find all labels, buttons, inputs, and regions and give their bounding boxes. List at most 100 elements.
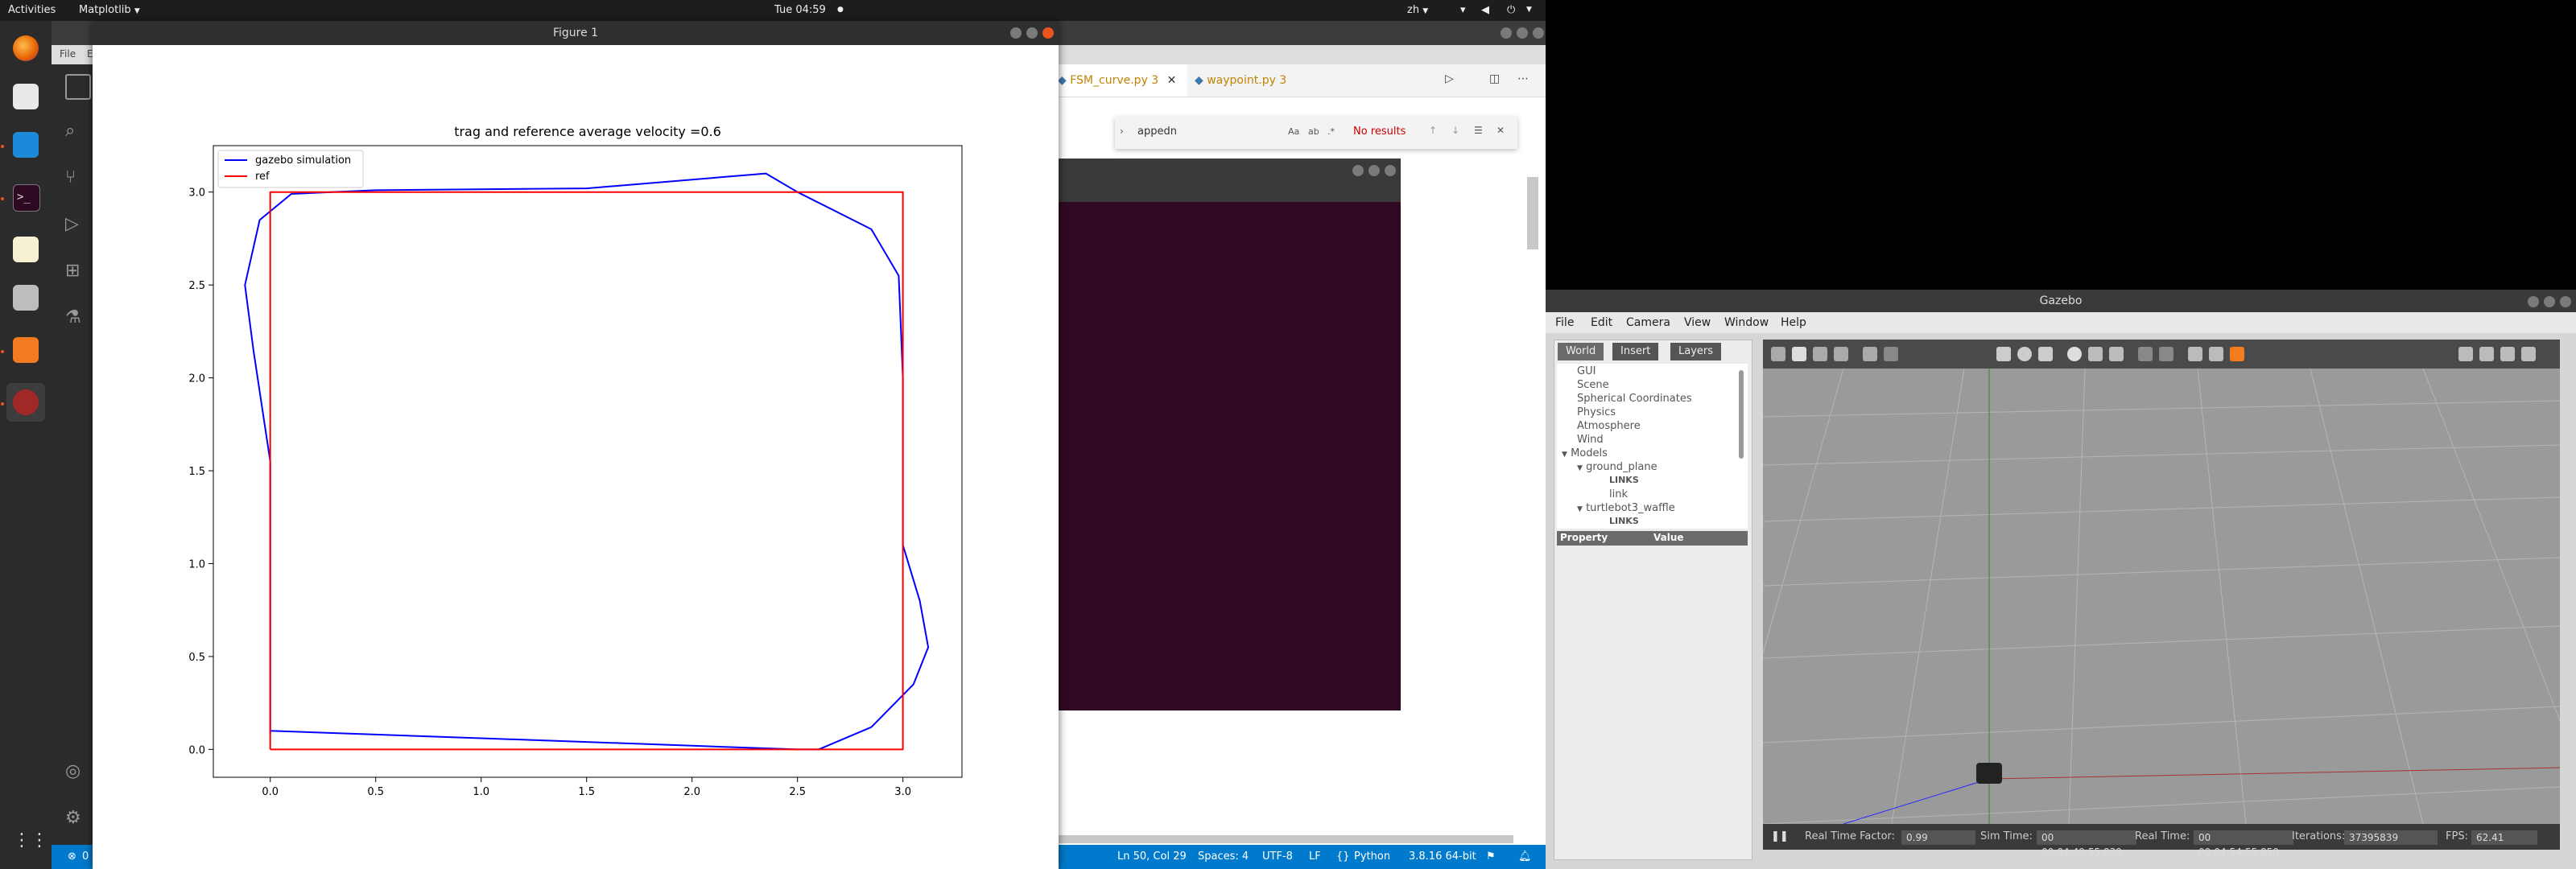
close-icon[interactable] xyxy=(2560,296,2571,307)
translate-mode-icon[interactable] xyxy=(1792,347,1806,361)
matplotlib-launcher[interactable] xyxy=(6,383,45,422)
feedback-icon[interactable]: ⚑ xyxy=(1486,850,1496,863)
more-icon[interactable]: ⋯ xyxy=(1517,72,1529,85)
tree-item-wind[interactable]: Wind xyxy=(1577,434,1604,446)
source-control-icon[interactable]: ⑂ xyxy=(65,167,88,190)
menu-help[interactable]: Help xyxy=(1781,316,1806,329)
3d-viewport[interactable] xyxy=(1763,369,2560,824)
split-editor-icon[interactable]: ◫ xyxy=(1489,72,1500,85)
horizontal-scrollbar[interactable] xyxy=(1055,835,1513,843)
search-icon[interactable]: ⌕ xyxy=(65,121,88,143)
tab-waypoint[interactable]: ◆ waypoint.py 3 xyxy=(1183,64,1298,97)
encoding[interactable]: UTF-8 xyxy=(1262,850,1293,863)
tree-item-models[interactable]: ▼ Models xyxy=(1562,447,1608,459)
change-view-icon[interactable] xyxy=(2230,347,2244,361)
menu-camera[interactable]: Camera xyxy=(1626,316,1670,329)
tab-world[interactable]: World xyxy=(1558,343,1604,360)
paste-icon[interactable] xyxy=(2159,347,2174,361)
close-icon[interactable]: ✕ xyxy=(1167,74,1177,87)
interpreter[interactable]: 3.8.16 64-bit xyxy=(1409,850,1476,863)
rotate-mode-icon[interactable] xyxy=(1813,347,1827,361)
screenshot-icon[interactable] xyxy=(2458,347,2473,361)
menu-file[interactable]: File xyxy=(1555,316,1574,329)
maximize-icon[interactable] xyxy=(1026,27,1038,39)
gazebo-launcher[interactable] xyxy=(6,331,45,369)
files-launcher[interactable] xyxy=(6,77,45,116)
error-count[interactable]: 0 xyxy=(82,850,89,863)
expand-arrow-icon[interactable]: ▼ xyxy=(1577,464,1583,472)
tree-item-turtlebot3-waffle[interactable]: ▼ turtlebot3_waffle xyxy=(1577,502,1675,514)
menu-window[interactable]: Window xyxy=(1724,316,1769,329)
editor-scrollbar[interactable] xyxy=(1527,177,1538,249)
tree-scrollbar[interactable] xyxy=(1739,370,1744,459)
tree-item-link[interactable]: link xyxy=(1609,488,1628,500)
run-debug-icon[interactable]: ▷ xyxy=(65,214,88,237)
gear-icon[interactable]: ⚙ xyxy=(65,808,88,830)
snap-icon[interactable] xyxy=(2209,347,2223,361)
point-light-icon[interactable] xyxy=(2067,347,2082,361)
minimize-icon[interactable] xyxy=(1501,27,1512,39)
text-editor-launcher[interactable] xyxy=(6,230,45,269)
cylinder-shape-icon[interactable] xyxy=(2038,347,2053,361)
video-record-icon[interactable] xyxy=(2521,347,2536,361)
close-icon[interactable] xyxy=(1533,27,1544,39)
align-icon[interactable] xyxy=(2188,347,2202,361)
chevron-down-icon[interactable]: ▼ xyxy=(1526,6,1532,14)
copy-icon[interactable] xyxy=(2138,347,2153,361)
pause-icon[interactable]: ❚❚ xyxy=(1771,830,1789,842)
tree-item-gui[interactable]: GUI xyxy=(1577,365,1596,377)
input-method[interactable]: zh ▼ xyxy=(1407,4,1428,16)
extensions-icon[interactable]: ⊞ xyxy=(65,261,88,283)
undo-icon[interactable] xyxy=(1863,347,1877,361)
indentation[interactable]: Spaces: 4 xyxy=(1198,850,1249,863)
box-shape-icon[interactable] xyxy=(1996,347,2011,361)
find-selection-icon[interactable]: ☰ xyxy=(1474,125,1483,136)
maximize-icon[interactable] xyxy=(1517,27,1528,39)
chevron-right-icon[interactable]: › xyxy=(1120,126,1124,137)
line-ending[interactable]: LF xyxy=(1309,850,1321,863)
run-icon[interactable]: ▷ xyxy=(1445,72,1454,85)
scale-mode-icon[interactable] xyxy=(1834,347,1848,361)
redo-icon[interactable] xyxy=(1884,347,1898,361)
tree-item-spherical-coordinates[interactable]: Spherical Coordinates xyxy=(1577,393,1692,405)
minimize-icon[interactable] xyxy=(1352,165,1364,176)
tab-fsm-curve[interactable]: ◆ FSM_curve.py 3 ✕ xyxy=(1046,64,1188,97)
language-mode[interactable]: Python xyxy=(1354,850,1390,863)
expand-arrow-icon[interactable]: ▼ xyxy=(1577,505,1583,513)
volume-icon[interactable]: ◀ xyxy=(1481,4,1489,16)
account-icon[interactable]: ◎ xyxy=(65,761,88,784)
expand-arrow-icon[interactable]: ▼ xyxy=(1562,451,1567,459)
menu-edit[interactable]: Edit xyxy=(1591,316,1612,329)
match-word-toggle[interactable]: ab xyxy=(1308,126,1319,137)
testing-icon[interactable]: ⚗ xyxy=(65,307,88,330)
plot-icon[interactable] xyxy=(2500,347,2515,361)
tree-item-ground-plane[interactable]: ▼ ground_plane xyxy=(1577,461,1657,473)
select-mode-icon[interactable] xyxy=(1771,347,1785,361)
clock[interactable]: Tue 04:59 xyxy=(774,4,826,16)
screenshot-launcher[interactable] xyxy=(6,278,45,317)
maximize-icon[interactable] xyxy=(1368,165,1380,176)
close-icon[interactable] xyxy=(1042,27,1054,39)
power-icon[interactable]: ⏻ xyxy=(1507,4,1515,16)
sphere-shape-icon[interactable] xyxy=(2017,347,2032,361)
tree-item-links[interactable]: LINKS xyxy=(1609,475,1639,485)
tree-item-physics[interactable]: Physics xyxy=(1577,406,1616,418)
close-icon[interactable]: ✕ xyxy=(1496,125,1505,136)
directional-light-icon[interactable] xyxy=(2109,347,2124,361)
maximize-icon[interactable] xyxy=(2544,296,2555,307)
terminal-launcher[interactable]: >_ xyxy=(6,178,45,216)
vscode-launcher[interactable] xyxy=(6,126,45,164)
next-match-icon[interactable]: ↓ xyxy=(1451,125,1459,136)
minimize-icon[interactable] xyxy=(2528,296,2539,307)
previous-match-icon[interactable]: ↑ xyxy=(1429,125,1437,136)
activities-button[interactable]: Activities xyxy=(8,4,56,16)
regex-toggle[interactable]: .* xyxy=(1327,126,1335,137)
log-icon[interactable] xyxy=(2479,347,2494,361)
app-menu[interactable]: Matplotlib ▼ xyxy=(79,4,140,16)
turtlebot-model[interactable] xyxy=(1976,763,2002,784)
network-icon[interactable]: ▾ xyxy=(1460,4,1466,16)
minimize-icon[interactable] xyxy=(1010,27,1022,39)
show-applications-button[interactable]: ⋮⋮⋮ xyxy=(6,822,66,860)
terminal-window[interactable] xyxy=(1055,159,1401,710)
tree-item-scene[interactable]: Scene xyxy=(1577,379,1609,391)
